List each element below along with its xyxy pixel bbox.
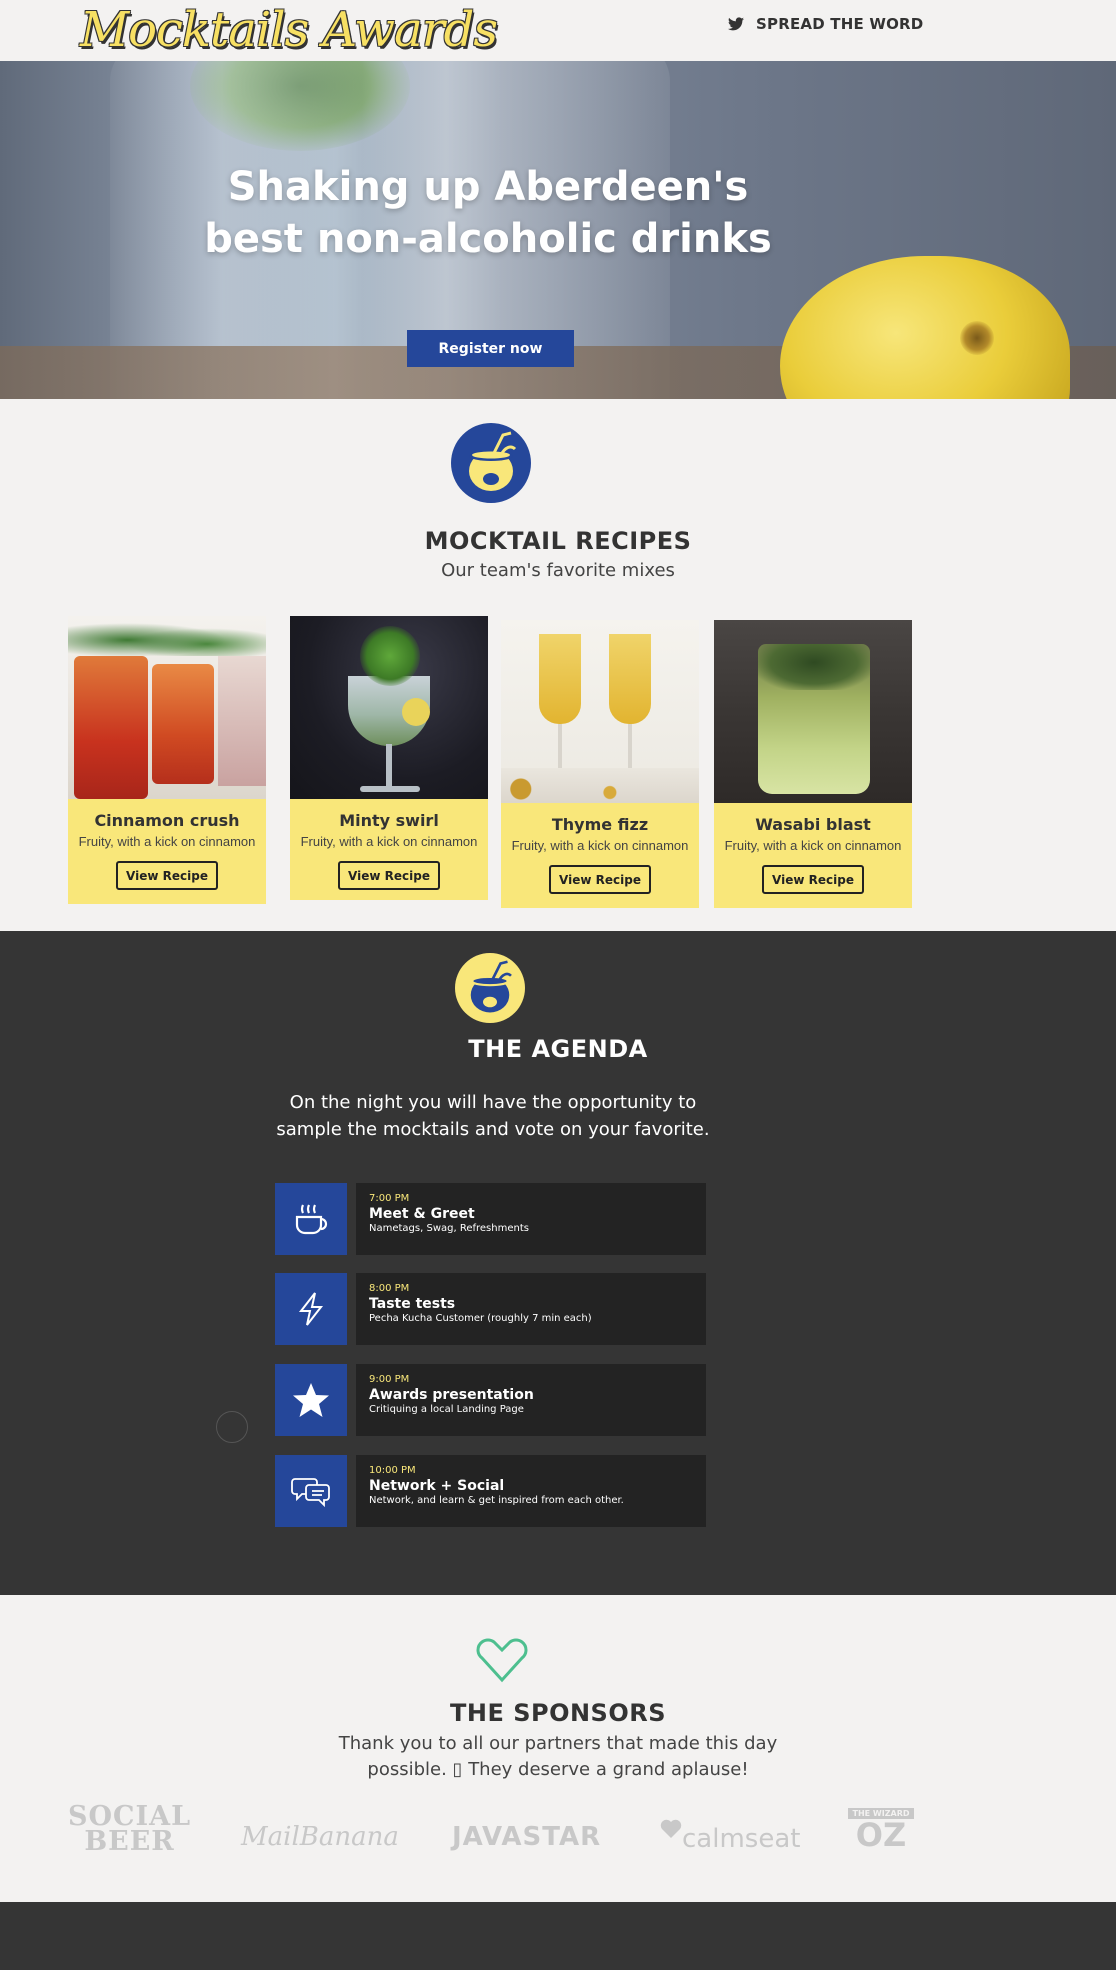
coconut-drink-icon bbox=[455, 953, 525, 1023]
sponsor-calmseat-name: calmseat bbox=[682, 1824, 801, 1854]
recipe-desc: Fruity, with a kick on cinnamon bbox=[300, 834, 478, 849]
agenda-item: 8:00 PM Taste tests Pecha Kucha Customer… bbox=[275, 1273, 706, 1345]
agenda-time: 8:00 PM bbox=[369, 1283, 410, 1294]
recipe-photo-cinnamon-crush bbox=[68, 616, 266, 799]
spread-the-word-label: SPREAD THE WORD bbox=[756, 15, 924, 33]
agenda-item-icon bbox=[275, 1273, 347, 1345]
sponsor-mailbanana-logo[interactable]: MailBanana bbox=[241, 1822, 399, 1852]
agenda-item-sub: Nametags, Swag, Refreshments bbox=[369, 1223, 529, 1234]
hero-lemon-tip bbox=[960, 321, 994, 355]
star-icon bbox=[293, 1383, 329, 1417]
agenda-item-info: 7:00 PM Meet & Greet Nametags, Swag, Ref… bbox=[356, 1183, 706, 1255]
calmseat-heart-icon bbox=[660, 1819, 682, 1838]
twitter-icon bbox=[728, 17, 744, 31]
recipe-card: Cinnamon crush Fruity, with a kick on ci… bbox=[68, 616, 266, 904]
agenda-time: 10:00 PM bbox=[369, 1465, 416, 1476]
recipe-name: Wasabi blast bbox=[755, 815, 871, 834]
cursor-ring bbox=[216, 1411, 248, 1443]
recipe-name: Thyme fizz bbox=[551, 815, 649, 834]
sponsors-text-line2: possible. ▯ They deserve a grand aplause… bbox=[367, 1759, 749, 1780]
hero-headline-line1: Shaking up Aberdeen's bbox=[227, 164, 749, 210]
hero-headline-line2: best non-alcoholic drinks bbox=[204, 216, 772, 262]
agenda-item-info: 10:00 PM Network + Social Network, and l… bbox=[356, 1455, 706, 1527]
recipe-photo-thyme-fizz bbox=[501, 620, 699, 803]
sponsor-calmseat-logo[interactable]: calmseat bbox=[660, 1818, 800, 1854]
recipe-name: Minty swirl bbox=[339, 811, 439, 830]
recipe-desc: Fruity, with a kick on cinnamon bbox=[724, 838, 902, 853]
sponsors-text-line1: Thank you to all our partners that made … bbox=[338, 1733, 778, 1754]
agenda-item-title: Awards presentation bbox=[369, 1387, 534, 1403]
agenda-time: 7:00 PM bbox=[369, 1193, 410, 1204]
recipes-title: MOCKTAIL RECIPES bbox=[424, 527, 692, 555]
agenda-item-icon bbox=[275, 1455, 347, 1527]
top-navbar: Mocktails Awards SPREAD THE WORD bbox=[0, 0, 1116, 61]
view-recipe-button[interactable]: View Recipe bbox=[338, 861, 440, 890]
coconut-drink-icon bbox=[451, 423, 531, 503]
agenda-item-info: 9:00 PM Awards presentation Critiquing a… bbox=[356, 1364, 706, 1436]
site-logo[interactable]: Mocktails Awards bbox=[80, 2, 498, 58]
coffee-cup-icon bbox=[295, 1204, 328, 1235]
view-recipe-button[interactable]: View Recipe bbox=[549, 865, 651, 894]
recipe-desc: Fruity, with a kick on cinnamon bbox=[511, 838, 689, 853]
lightning-icon bbox=[298, 1292, 324, 1326]
recipes-subtitle: Our team's favorite mixes bbox=[441, 560, 675, 581]
agenda-item: 7:00 PM Meet & Greet Nametags, Swag, Ref… bbox=[275, 1183, 706, 1255]
agenda-lead: On the night you will have the opportuni… bbox=[276, 1092, 710, 1140]
hero-headline: Shaking up Aberdeen's best non-alcoholic… bbox=[190, 161, 786, 265]
agenda-item-title: Taste tests bbox=[369, 1296, 456, 1312]
recipe-card: Thyme fizz Fruity, with a kick on cinnam… bbox=[501, 620, 699, 908]
recipe-card: Minty swirl Fruity, with a kick on cinna… bbox=[290, 616, 488, 900]
agenda-item-sub: Network, and learn & get inspired from e… bbox=[369, 1495, 624, 1506]
sponsor-wizard-oz-name: OZ bbox=[855, 1816, 907, 1854]
view-recipe-button[interactable]: View Recipe bbox=[762, 865, 864, 894]
heart-icon bbox=[476, 1634, 528, 1686]
agenda-item-title: Meet & Greet bbox=[369, 1206, 475, 1222]
chat-bubbles-icon bbox=[291, 1478, 330, 1508]
agenda-item-info: 8:00 PM Taste tests Pecha Kucha Customer… bbox=[356, 1273, 706, 1345]
agenda-item-icon bbox=[275, 1364, 347, 1436]
recipe-photo-minty-swirl bbox=[290, 616, 488, 799]
sponsor-wizard-oz-logo[interactable]: THE WIZARD OZ bbox=[848, 1808, 914, 1851]
agenda-item: 9:00 PM Awards presentation Critiquing a… bbox=[275, 1364, 706, 1436]
agenda-title: THE AGENDA bbox=[468, 1035, 648, 1063]
agenda-item-sub: Pecha Kucha Customer (roughly 7 min each… bbox=[369, 1313, 592, 1324]
sponsor-social-beer-word2: BEER bbox=[84, 1826, 175, 1857]
sponsor-javastar-logo[interactable]: JAVASTAR bbox=[452, 1822, 601, 1852]
agenda-item-sub: Critiquing a local Landing Page bbox=[369, 1404, 524, 1415]
register-button[interactable]: Register now bbox=[407, 330, 574, 367]
hero-banner: Shaking up Aberdeen's best non-alcoholic… bbox=[0, 61, 1116, 399]
sponsors-title: THE SPONSORS bbox=[449, 1699, 667, 1727]
recipe-desc: Fruity, with a kick on cinnamon bbox=[78, 834, 256, 849]
sponsor-social-beer-logo[interactable]: SOCIAL BEER bbox=[68, 1803, 191, 1857]
footer bbox=[0, 1902, 1116, 1970]
recipe-card: Wasabi blast Fruity, with a kick on cinn… bbox=[714, 620, 912, 908]
recipe-name: Cinnamon crush bbox=[94, 811, 240, 830]
view-recipe-button[interactable]: View Recipe bbox=[116, 861, 218, 890]
agenda-item-icon bbox=[275, 1183, 347, 1255]
agenda-item-title: Network + Social bbox=[369, 1478, 505, 1494]
agenda-item: 10:00 PM Network + Social Network, and l… bbox=[275, 1455, 706, 1527]
hero-lemon bbox=[780, 256, 1070, 399]
recipe-photo-wasabi-blast bbox=[714, 620, 912, 803]
agenda-time: 9:00 PM bbox=[369, 1374, 410, 1385]
sponsors-text: Thank you to all our partners that made … bbox=[0, 1731, 1116, 1783]
spread-the-word-link[interactable]: SPREAD THE WORD bbox=[728, 15, 923, 33]
